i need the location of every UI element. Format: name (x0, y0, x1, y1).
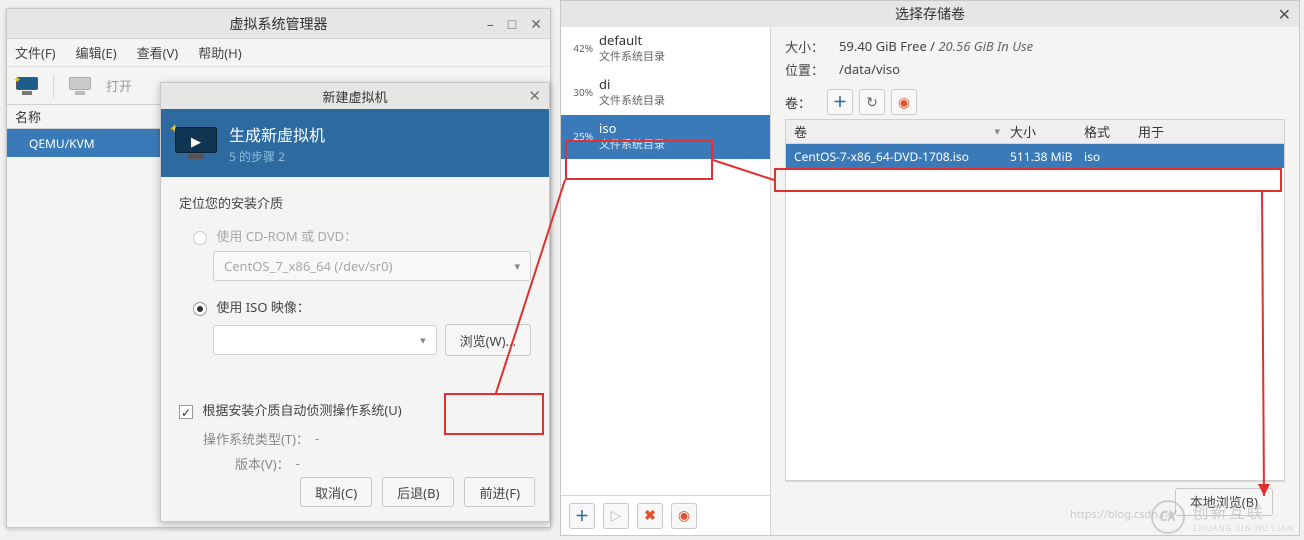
new-vm-dialog: 新建虚拟机 ✕ 生成新虚拟机 5 的步骤 2 定位您的安装介质 使用 CD-RO… (160, 82, 550, 522)
location-value: /data/viso (839, 60, 900, 79)
cancel-button[interactable]: 取消(C) (300, 477, 372, 507)
volume-pane: 大小： 59.40 GiB Free / 20.56 GiB In Use 位置… (771, 27, 1299, 535)
volume-table: 卷▾ 大小 格式 用于 CentOS-7-x86_64-DVD-1708.iso… (785, 119, 1285, 481)
add-volume-button[interactable]: ＋ (827, 89, 853, 115)
pool-item-di[interactable]: 30% di 文件系统目录 (561, 71, 770, 115)
version-value: - (296, 454, 300, 473)
watermark-text: 创新互联 (1193, 501, 1265, 523)
delete-volume-button[interactable]: ◉ (891, 89, 917, 115)
menu-file[interactable]: 文件(F) (15, 43, 56, 62)
size-label: 大小： (785, 37, 829, 56)
radio-iso[interactable] (193, 302, 207, 316)
open-vm-icon[interactable] (66, 72, 94, 100)
volumes-label: 卷： (785, 93, 821, 112)
size-in-use: 20.56 GiB In Use (938, 37, 1033, 55)
col-size[interactable]: 大小 (1006, 122, 1080, 141)
menu-help[interactable]: 帮助(H) (198, 43, 241, 62)
vm-titlebar: 虚拟系统管理器 – □ ✕ (7, 9, 550, 39)
watermark: CX 创新互联 CHUANG XIN HU LIAN (1151, 499, 1294, 534)
newvm-titlebar: 新建虚拟机 ✕ (161, 83, 549, 109)
storage-titlebar: 选择存储卷 ✕ (561, 1, 1299, 27)
autodetect-label: 根据安装介质自动侦测操作系统(U) (202, 401, 401, 419)
chevron-down-icon: ▾ (514, 259, 520, 274)
menu-edit[interactable]: 编辑(E) (76, 43, 117, 62)
os-type-value: - (315, 429, 319, 448)
watermark-sub: CHUANG XIN HU LIAN (1193, 523, 1294, 534)
col-used[interactable]: 用于 (1134, 122, 1284, 141)
pool-toolbar: ＋ ▷ ✖ ◉ (561, 495, 770, 535)
close-icon[interactable]: ✕ (1278, 3, 1291, 25)
version-label: 版本(V)： (235, 454, 290, 473)
wizard-step: 5 的步骤 2 (229, 148, 325, 165)
volume-row[interactable]: CentOS-7-x86_64-DVD-1708.iso 511.38 MiB … (786, 144, 1284, 168)
forward-button[interactable]: 前进(F) (464, 477, 535, 507)
menu-view[interactable]: 查看(V) (137, 43, 179, 62)
radio-cdrom-label: 使用 CD-ROM 或 DVD： (216, 227, 357, 245)
wizard-title: 生成新虚拟机 (229, 122, 325, 146)
delete-pool-button[interactable]: ✖ (637, 503, 663, 529)
chevron-down-icon: ▾ (420, 333, 426, 348)
locate-label: 定位您的安装介质 (179, 193, 531, 212)
col-name[interactable]: 卷▾ (786, 122, 1006, 141)
newvm-header: 生成新虚拟机 5 的步骤 2 (161, 109, 549, 177)
volume-table-head: 卷▾ 大小 格式 用于 (786, 120, 1284, 144)
cdrom-select[interactable]: CentOS_7_x86_64 (/dev/sr0) ▾ (213, 251, 531, 281)
pool-list: 42% default 文件系统目录 30% di 文件系统目录 25% iso… (561, 27, 771, 535)
iso-path-input[interactable]: ▾ (213, 325, 437, 355)
vm-title-text: 虚拟系统管理器 (230, 14, 328, 34)
volume-format: iso (1080, 148, 1134, 165)
volume-name: CentOS-7-x86_64-DVD-1708.iso (786, 148, 1006, 165)
close-icon[interactable]: ✕ (528, 86, 541, 106)
radio-iso-label: 使用 ISO 映像： (216, 298, 309, 316)
size-free: 59.40 GiB Free (839, 37, 927, 55)
volume-size: 511.38 MiB (1006, 148, 1080, 165)
storage-dialog: 选择存储卷 ✕ 42% default 文件系统目录 30% di 文件系统目录… (560, 0, 1300, 536)
pool-item-iso[interactable]: 25% iso 文件系统目录 (561, 115, 770, 159)
start-pool-button[interactable]: ▷ (603, 503, 629, 529)
os-type-label: 操作系统类型(T)： (203, 429, 309, 448)
newvm-title-text: 新建虚拟机 (322, 87, 387, 106)
close-icon[interactable]: ✕ (530, 15, 542, 34)
radio-cdrom[interactable] (193, 231, 207, 245)
wizard-icon (175, 127, 217, 159)
col-format[interactable]: 格式 (1080, 122, 1134, 141)
stop-pool-button[interactable]: ◉ (671, 503, 697, 529)
storage-title-text: 选择存储卷 (895, 4, 965, 24)
menubar: 文件(F) 编辑(E) 查看(V) 帮助(H) (7, 39, 550, 67)
browse-button[interactable]: 浏览(W)... (445, 324, 531, 356)
open-label: 打开 (106, 76, 132, 95)
new-vm-icon[interactable] (13, 72, 41, 100)
pool-item-default[interactable]: 42% default 文件系统目录 (561, 27, 770, 71)
min-icon[interactable]: – (487, 15, 494, 34)
refresh-volume-button[interactable]: ↻ (859, 89, 885, 115)
location-label: 位置： (785, 60, 829, 79)
watermark-icon: CX (1151, 500, 1185, 534)
back-button[interactable]: 后退(B) (382, 477, 454, 507)
autodetect-checkbox[interactable] (179, 405, 193, 419)
separator (53, 74, 54, 98)
add-pool-button[interactable]: ＋ (569, 503, 595, 529)
sort-desc-icon: ▾ (994, 124, 1000, 139)
max-icon[interactable]: □ (508, 15, 516, 34)
